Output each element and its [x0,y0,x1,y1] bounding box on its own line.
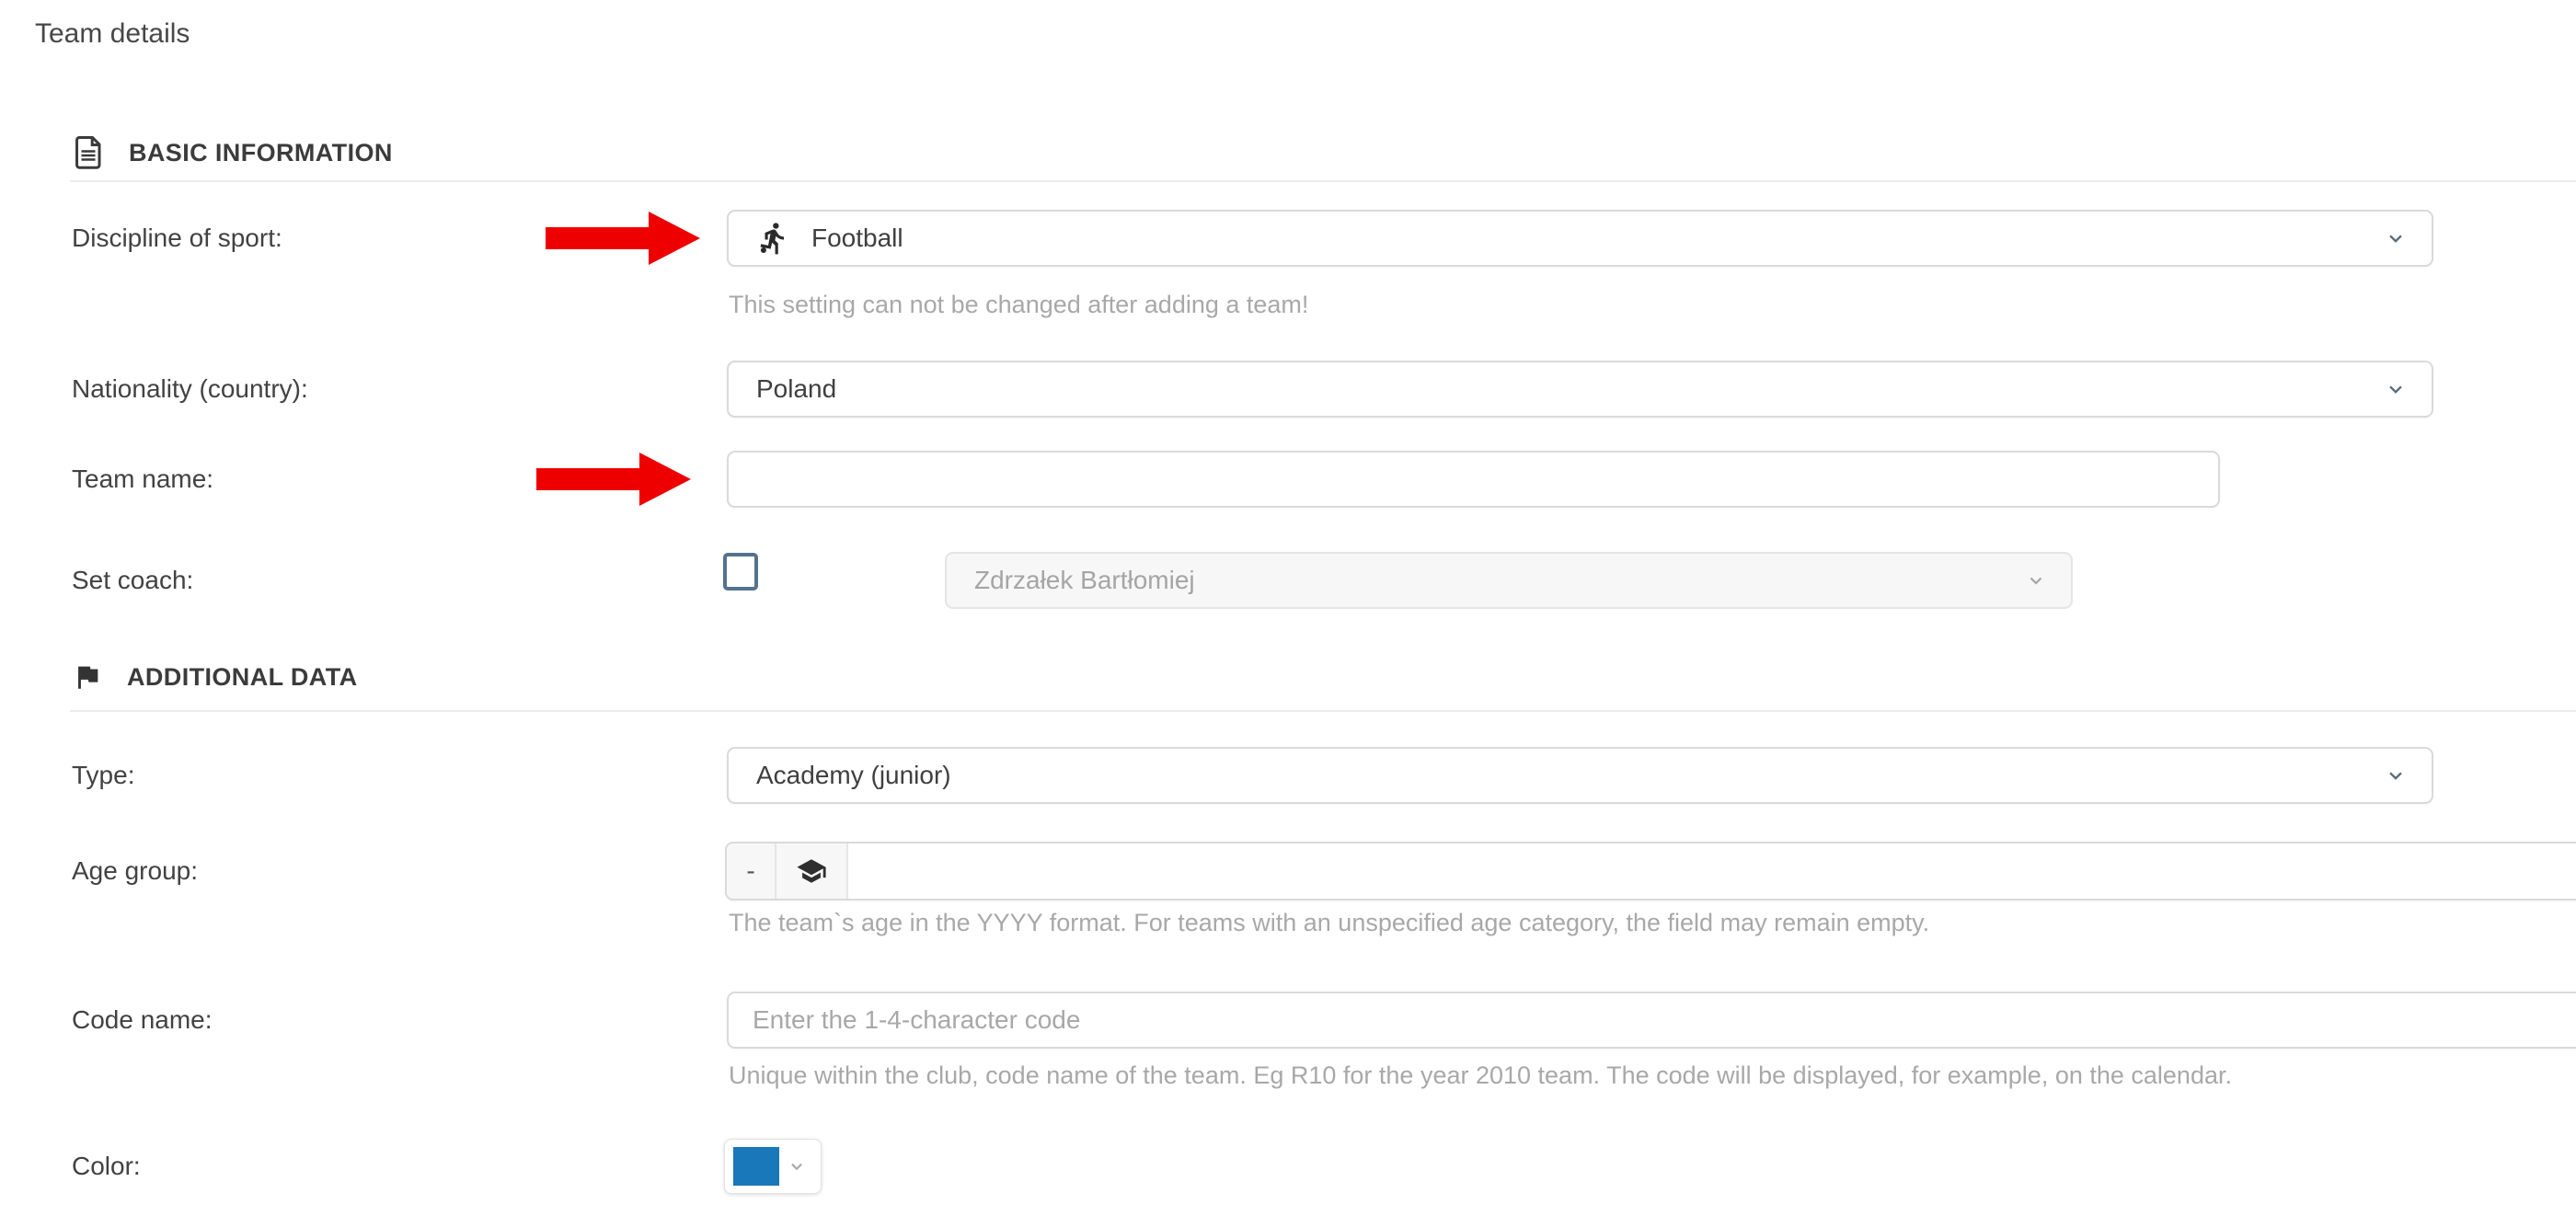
section-additional-data: ADDITIONAL DATA [72,660,357,694]
color-picker-button[interactable] [724,1139,822,1194]
page-title: Team details [35,18,190,50]
team-name-input[interactable] [727,451,2220,508]
field-label-color: Color: [72,1139,141,1194]
football-player-icon [756,221,791,256]
flag-icon [72,660,103,694]
red-arrow-team-name-icon [536,449,693,510]
code-name-hint: Unique within the club, code name of the… [729,1061,2232,1090]
section-divider [70,710,2576,712]
coach-select[interactable]: Zdrzałek Bartłomiej [945,552,2073,609]
section-label: ADDITIONAL DATA [127,663,357,692]
field-label-team-name: Team name: [72,451,213,508]
chevron-down-icon [2384,226,2408,250]
document-icon [72,134,105,171]
section-basic-information: BASIC INFORMATION [72,134,393,171]
nationality-value: Poland [756,374,836,404]
discipline-value: Football [811,224,903,253]
discipline-hint: This setting can not be changed after ad… [729,291,1308,319]
section-label: BASIC INFORMATION [129,139,393,167]
section-divider [70,180,2576,182]
age-group-hint: The team`s age in the YYYY format. For t… [729,909,1929,937]
field-label-discipline: Discipline of sport: [72,210,282,267]
field-label-nationality: Nationality (country): [72,361,308,418]
age-group-input[interactable] [848,843,2576,899]
color-swatch [733,1147,779,1186]
field-label-code-name: Code name: [72,992,213,1049]
code-name-input[interactable] [727,992,2576,1049]
chevron-down-icon [787,1156,807,1176]
field-label-type: Type: [72,747,134,804]
age-group-field: - [725,842,2576,901]
set-coach-checkbox[interactable] [723,553,758,591]
field-label-age-group: Age group: [72,842,198,901]
chevron-down-icon [2025,569,2047,591]
coach-value: Zdrzałek Bartłomiej [974,566,1195,595]
red-arrow-discipline-icon [546,208,702,269]
type-value: Academy (junior) [756,761,951,790]
type-select[interactable]: Academy (junior) [727,747,2433,804]
age-group-separator: - [727,843,776,899]
nationality-select[interactable]: Poland [727,361,2433,418]
field-label-set-coach: Set coach: [72,552,193,609]
team-details-page: Team details BASIC INFORMATION Disciplin… [0,0,2576,1216]
chevron-down-icon [2384,763,2408,787]
chevron-down-icon [2384,377,2408,401]
graduation-cap-icon [776,843,848,899]
discipline-select[interactable]: Football [727,210,2433,267]
